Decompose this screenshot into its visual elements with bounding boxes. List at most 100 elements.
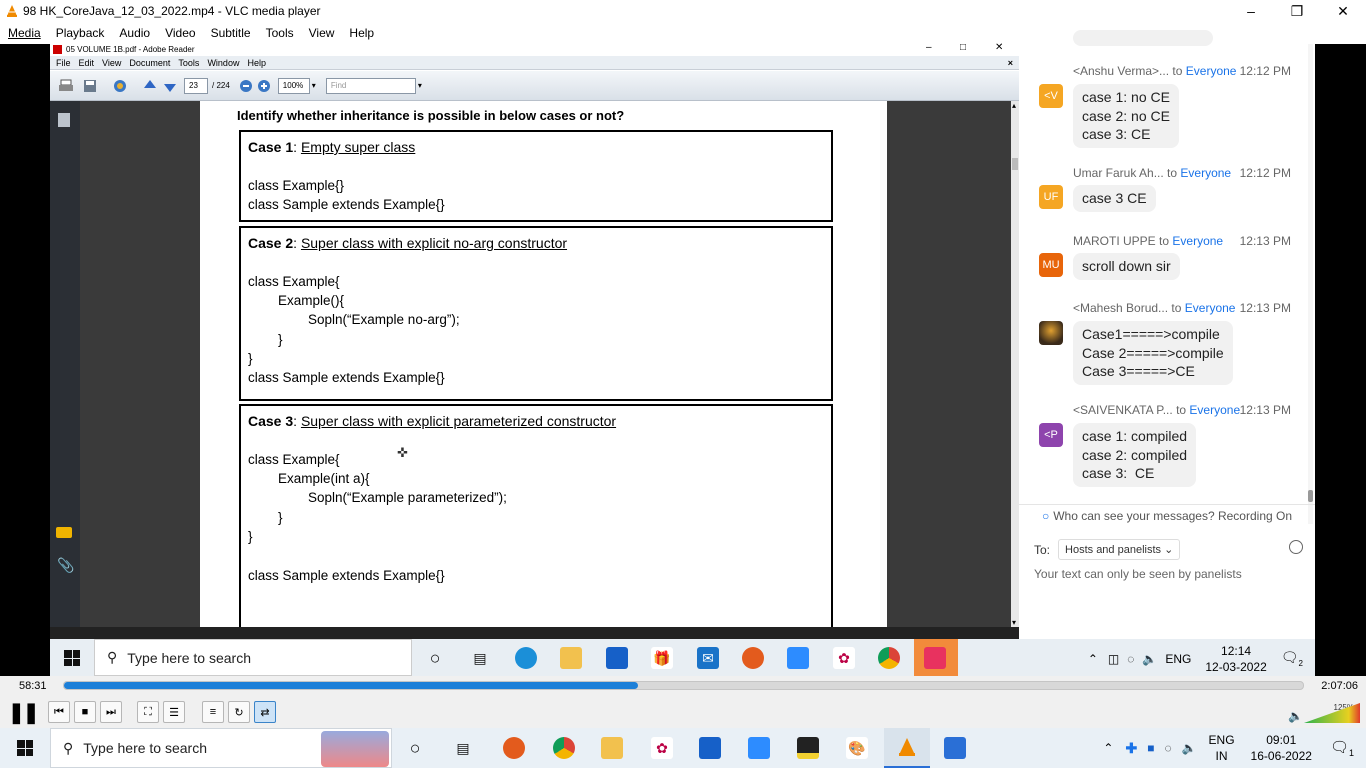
playlist-button[interactable]: ≡: [202, 701, 224, 723]
battery-icon[interactable]: ◫: [1108, 652, 1119, 666]
find-dropdown-icon[interactable]: ▾: [418, 81, 422, 90]
recorded-search-box[interactable]: ⚲ Type here to search: [94, 639, 412, 676]
scroll-thumb[interactable]: [1012, 158, 1018, 170]
language-indicator[interactable]: ENG IN: [1209, 732, 1235, 764]
edge-icon[interactable]: [515, 647, 537, 669]
camera-app-icon[interactable]: [924, 647, 946, 669]
minimize-button[interactable]: –: [1228, 0, 1274, 22]
clock[interactable]: 09:01 16-06-2022: [1251, 732, 1312, 764]
cortana-icon[interactable]: ○: [424, 647, 446, 669]
emoji-icon[interactable]: [1289, 540, 1303, 554]
network-icon[interactable]: ◌: [1127, 652, 1134, 666]
chrome-icon[interactable]: [878, 647, 900, 669]
snipping-icon[interactable]: ✿: [651, 737, 673, 759]
find-input[interactable]: Find: [325, 77, 416, 94]
gift-icon[interactable]: 🎁: [651, 647, 673, 669]
document-viewport[interactable]: Identify whether inheritance is possible…: [80, 101, 1011, 627]
chat-input[interactable]: Your text can only be seen by panelists: [1034, 567, 1242, 581]
reader-doc-close-icon[interactable]: ×: [1008, 58, 1013, 68]
photos-icon[interactable]: [944, 737, 966, 759]
chrome-icon[interactable]: [553, 737, 575, 759]
tray-chevron-icon[interactable]: ⌃: [1103, 741, 1113, 755]
volume-slider[interactable]: [1304, 703, 1360, 723]
print-icon[interactable]: [58, 78, 74, 94]
reader-maximize-button[interactable]: □: [960, 42, 966, 53]
zoom-app-icon[interactable]: [787, 647, 809, 669]
video-area[interactable]: 05 VOLUME 1B.pdf - Adobe Reader – □ ✕ Fi…: [0, 30, 1366, 682]
recipient-dropdown[interactable]: Hosts and panelists ⌄: [1058, 539, 1181, 560]
windows-start-icon[interactable]: [64, 650, 80, 666]
prev-page-icon[interactable]: [142, 78, 158, 94]
elapsed-time[interactable]: 58:31: [19, 680, 47, 692]
file-explorer-icon[interactable]: [560, 647, 582, 669]
zoom-out-icon[interactable]: [238, 78, 254, 94]
mail-icon[interactable]: ✉: [697, 647, 719, 669]
extended-settings-button[interactable]: ☰: [163, 701, 185, 723]
save-icon[interactable]: [82, 78, 98, 94]
recorded-clock[interactable]: 12:14 12-03-2022: [1205, 643, 1266, 675]
total-time[interactable]: 2:07:06: [1321, 680, 1358, 692]
reader-menu-file[interactable]: File: [56, 58, 71, 68]
reader-menu-help[interactable]: Help: [247, 58, 266, 68]
store-icon[interactable]: [606, 647, 628, 669]
seek-bar[interactable]: [63, 681, 1304, 690]
paint-icon[interactable]: 🎨: [846, 737, 868, 759]
next-page-icon[interactable]: [162, 78, 178, 94]
collaborate-icon[interactable]: [112, 78, 128, 94]
reader-menu-view[interactable]: View: [102, 58, 121, 68]
speaker-icon[interactable]: 🔈: [1182, 741, 1197, 755]
task-view-icon[interactable]: ▤: [452, 737, 474, 759]
zoom-input[interactable]: 100%: [277, 77, 310, 94]
stop-button[interactable]: ■: [74, 701, 96, 723]
zoom-dropdown-icon[interactable]: ▾: [312, 81, 316, 90]
reader-menu-document[interactable]: Document: [129, 58, 170, 68]
record-icon[interactable]: [742, 647, 764, 669]
menu-playback[interactable]: Playback: [56, 26, 105, 40]
next-button[interactable]: ⏭: [100, 701, 122, 723]
notification-icon[interactable]: 🗨2: [1281, 649, 1303, 668]
reader-scrollbar[interactable]: ▴ ▾: [1011, 101, 1019, 627]
plus-icon[interactable]: ✚: [1125, 740, 1137, 757]
menu-view[interactable]: View: [309, 26, 335, 40]
close-button[interactable]: ✕: [1320, 0, 1366, 22]
file-explorer-icon[interactable]: [601, 737, 623, 759]
notification-icon[interactable]: 🗨1: [1330, 738, 1354, 758]
chat-scrollbar[interactable]: [1308, 44, 1313, 524]
taskbar-search-box[interactable]: ⚲ Type here to search: [50, 728, 392, 768]
volume-control[interactable]: 125% 🔈: [1288, 701, 1360, 725]
menu-tools[interactable]: Tools: [266, 26, 294, 40]
store-icon[interactable]: [699, 737, 721, 759]
lang-indicator[interactable]: ENG: [1165, 652, 1191, 666]
fullscreen-button[interactable]: ⛶: [137, 701, 159, 723]
snipping-icon[interactable]: ✿: [833, 647, 855, 669]
reader-close-button[interactable]: ✕: [995, 42, 1003, 53]
scroll-up-icon[interactable]: ▴: [1012, 101, 1016, 110]
menu-media[interactable]: Media: [8, 26, 41, 40]
zoom-app-icon[interactable]: [748, 737, 770, 759]
menu-video[interactable]: Video: [165, 26, 195, 40]
tray-chevron-icon[interactable]: ⌃: [1088, 652, 1098, 666]
cortana-icon[interactable]: ○: [404, 737, 426, 759]
zoom-in-icon[interactable]: [256, 78, 272, 94]
loop-button[interactable]: ↻: [228, 701, 250, 723]
comments-icon[interactable]: [56, 527, 72, 538]
store-tray-icon[interactable]: ■: [1147, 741, 1154, 755]
windows-start-icon[interactable]: [17, 740, 33, 756]
reader-minimize-button[interactable]: –: [926, 42, 932, 53]
reader-menu-tools[interactable]: Tools: [178, 58, 199, 68]
scroll-down-icon[interactable]: ▾: [1012, 618, 1016, 627]
page-number-input[interactable]: 23: [184, 77, 208, 94]
menu-audio[interactable]: Audio: [119, 26, 150, 40]
wifi-icon[interactable]: ◌: [1164, 741, 1171, 755]
record-icon[interactable]: [503, 737, 525, 759]
sticky-notes-icon[interactable]: [797, 737, 819, 759]
vlc-taskbar-active[interactable]: [884, 728, 930, 768]
shuffle-button[interactable]: ⇄: [254, 701, 276, 723]
pages-panel-icon[interactable]: [58, 113, 70, 127]
speaker-icon[interactable]: 🔈: [1288, 709, 1303, 723]
speaker-icon[interactable]: 🔈: [1142, 652, 1157, 666]
menu-subtitle[interactable]: Subtitle: [211, 26, 251, 40]
attachments-icon[interactable]: 📎: [57, 557, 74, 574]
menu-help[interactable]: Help: [349, 26, 374, 40]
reader-menu-edit[interactable]: Edit: [79, 58, 95, 68]
